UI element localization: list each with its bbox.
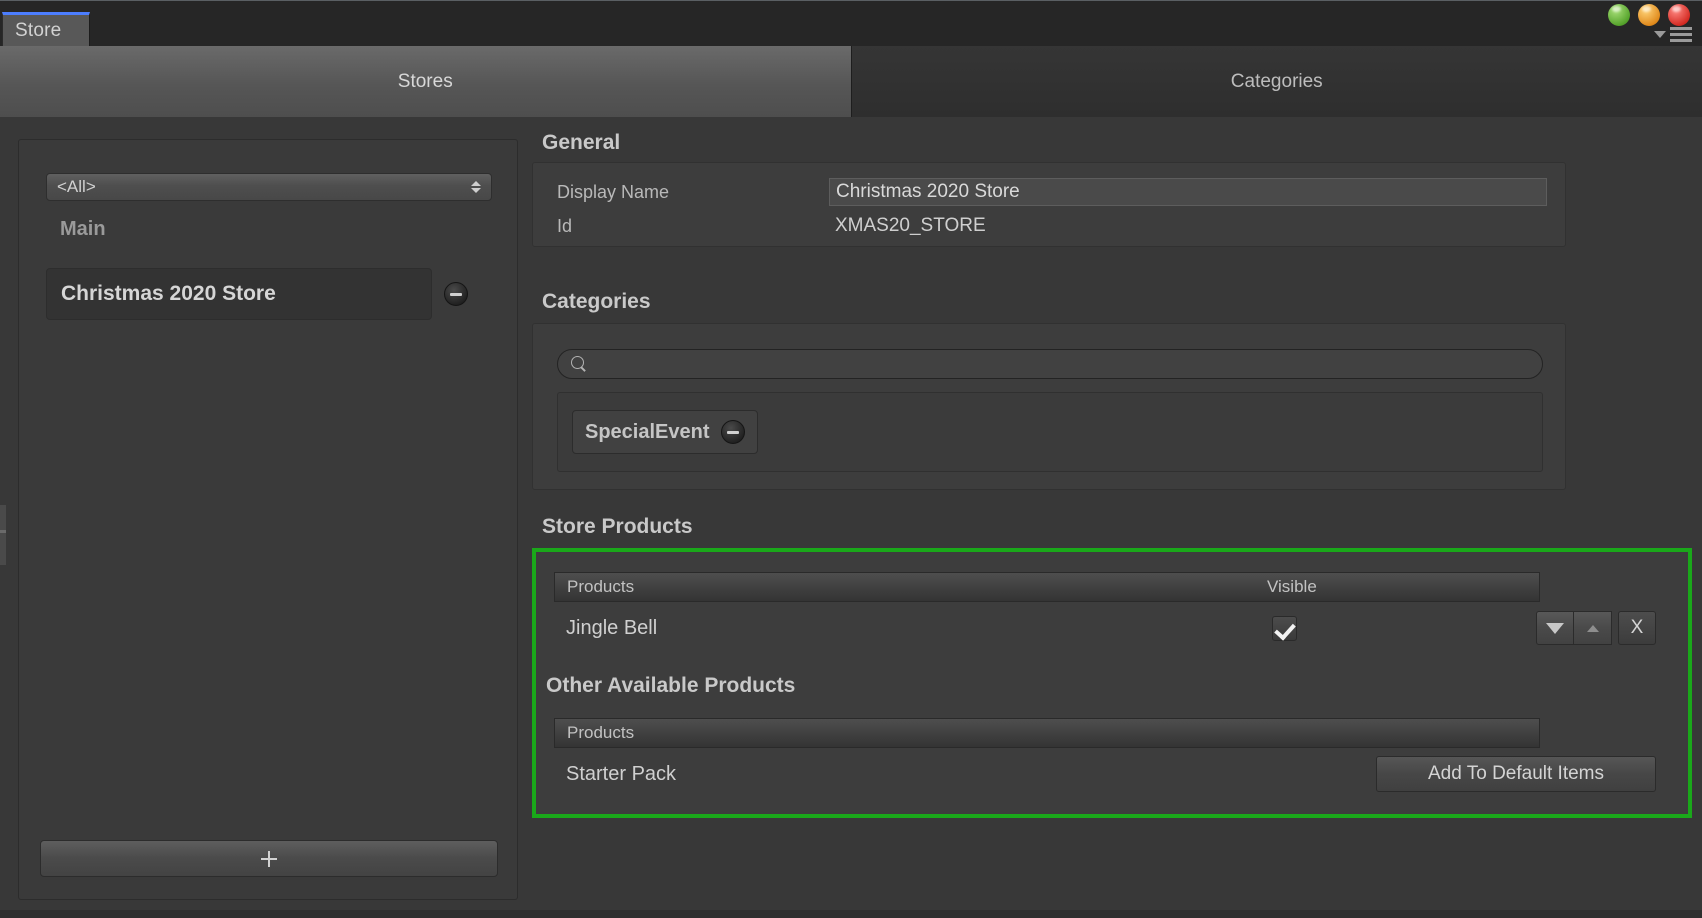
display-name-input[interactable]: Christmas 2020 Store <box>829 178 1547 206</box>
window-tab-store[interactable]: Store <box>2 12 90 47</box>
left-edge-scroll-nub[interactable] <box>0 505 6 565</box>
tab-categories-label: Categories <box>1230 70 1323 92</box>
general-section-title: General <box>542 131 621 154</box>
minimize-orb[interactable] <box>1608 4 1630 26</box>
add-to-default-items-button[interactable]: Add To Default Items <box>1376 756 1656 792</box>
category-chip-specialevent[interactable]: SpecialEvent <box>572 410 758 454</box>
move-up-button[interactable] <box>1574 611 1612 645</box>
sidebar-item-label: Christmas 2020 Store <box>61 282 276 305</box>
chevron-updown-icon <box>471 181 481 193</box>
add-store-button[interactable] <box>40 840 498 877</box>
hamburger-menu-icon[interactable] <box>1670 27 1692 42</box>
chevron-up-icon <box>1586 624 1599 632</box>
other-product-name: Starter Pack <box>566 762 677 785</box>
store-details-panel: General Display Name Christmas 2020 Stor… <box>532 120 1692 918</box>
store-product-row-actions: X <box>1536 611 1656 645</box>
sidebar-group-label: Main <box>60 218 106 240</box>
bottom-strip <box>0 910 1702 918</box>
close-orb[interactable] <box>1668 4 1690 26</box>
store-product-visible-checkbox[interactable] <box>1272 615 1297 641</box>
id-label: Id <box>557 215 573 236</box>
other-products-col-products: Products <box>567 723 635 742</box>
window-controls <box>1608 4 1690 26</box>
stores-sidebar: <All> Main Christmas 2020 Store <box>18 139 518 900</box>
sidebar-item-christmas-2020-store[interactable]: Christmas 2020 Store <box>46 268 432 320</box>
tab-stores[interactable]: Stores <box>0 46 852 117</box>
general-section-box: Display Name Christmas 2020 Store Id XMA… <box>532 162 1566 247</box>
id-row: Id XMAS20_STORE <box>557 211 1547 241</box>
store-products-col-visible: Visible <box>1267 577 1317 596</box>
main-tab-bar: Stores Categories <box>0 46 1702 117</box>
store-products-section-title: Store Products <box>542 515 693 538</box>
titlebar: Store <box>0 0 1702 47</box>
filter-icon[interactable] <box>1654 31 1666 38</box>
minus-circle-icon-remove-store[interactable] <box>444 282 468 306</box>
store-filter-value: <All> <box>57 177 96 196</box>
store-filter-dropdown[interactable]: <All> <box>46 173 492 201</box>
category-chips-container: SpecialEvent <box>557 392 1543 472</box>
display-name-row: Display Name Christmas 2020 Store <box>557 177 1547 207</box>
store-products-table-header: Products Visible <box>554 572 1540 602</box>
id-value: XMAS20_STORE <box>835 215 986 236</box>
store-editor-window: Store Stores Categories <All> Main Chris… <box>0 0 1702 918</box>
categories-section-box: SpecialEvent <box>532 323 1566 490</box>
other-available-products-title: Other Available Products <box>546 674 796 697</box>
tab-categories[interactable]: Categories <box>851 46 1702 117</box>
category-search-input[interactable] <box>557 349 1543 379</box>
window-menu-group <box>1654 27 1692 42</box>
plus-icon <box>261 850 277 867</box>
store-product-name: Jingle Bell <box>566 616 658 639</box>
tab-stores-label: Stores <box>397 70 453 92</box>
chevron-down-icon <box>1546 622 1564 634</box>
left-edge-scroll-mark <box>0 530 6 533</box>
window-tab-label: Store <box>15 20 62 41</box>
move-down-button[interactable] <box>1536 611 1574 645</box>
remove-product-button[interactable]: X <box>1618 611 1656 645</box>
table-row[interactable]: Jingle Bell X <box>554 604 1674 652</box>
other-products-table-header: Products <box>554 718 1540 748</box>
store-products-col-products: Products <box>567 577 635 596</box>
store-products-highlight-region: Products Visible Jingle Bell X Other Ava… <box>532 548 1692 818</box>
display-name-label: Display Name <box>557 181 670 202</box>
list-item[interactable]: Starter Pack Add To Default Items <box>554 750 1674 798</box>
search-icon <box>571 356 587 372</box>
minus-circle-icon-remove-category[interactable] <box>720 420 745 444</box>
category-chip-label: SpecialEvent <box>585 420 710 443</box>
maximize-orb[interactable] <box>1638 4 1660 26</box>
categories-section-title: Categories <box>542 290 651 313</box>
